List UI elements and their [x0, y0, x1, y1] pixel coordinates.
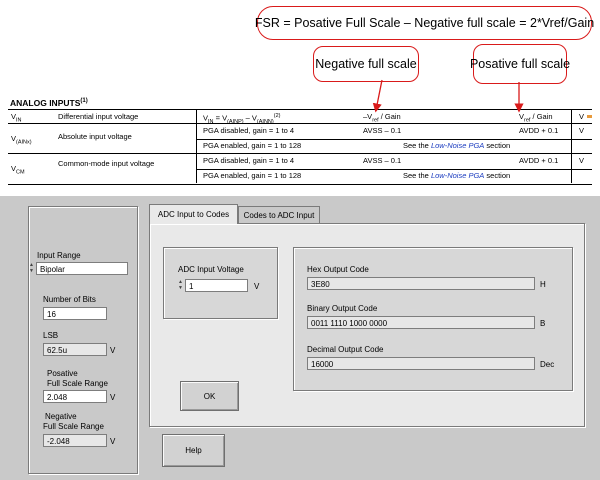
symbol-cell: V(AINx) — [11, 134, 32, 146]
low-noise-pga-link[interactable]: Low-Noise PGA — [431, 141, 484, 150]
decimal-label: Decimal Output Code — [307, 345, 384, 354]
unit-cell: V — [579, 112, 585, 121]
parameter-cell: Differential input voltage — [58, 112, 139, 121]
negative-full-scale-text: Negative full scale — [315, 57, 417, 71]
min-cell: AVSS – 0.1 — [363, 156, 402, 165]
fsr-formula-callout: FSR = Posative Full Scale – Negative ful… — [254, 6, 595, 40]
max-cell: AVDD + 0.1 — [519, 126, 559, 135]
binary-unit: B — [540, 319, 546, 328]
table-row: VCM Common-mode input voltage PGA disabl… — [8, 153, 592, 185]
max-cell: AVDD + 0.1 — [519, 156, 559, 165]
bits-label: Number of Bits — [43, 295, 96, 304]
pos-fsr-label-2: Full Scale Range — [47, 379, 108, 388]
adc-input-frame: ADC Input Voltage ▲ ▼ 1 V — [163, 247, 278, 319]
neg-fsr-unit: V — [110, 437, 116, 446]
tab-codes-to-adc-input[interactable]: Codes to ADC Input — [238, 206, 320, 223]
decimal-output-field: 16000 — [307, 357, 535, 370]
see-section-cell: See the Low-Noise PGA section — [403, 171, 511, 180]
input-range-select[interactable]: Bipolar — [36, 262, 128, 275]
bits-field[interactable]: 16 — [43, 307, 107, 320]
parameter-cell: Absolute input voltage — [58, 132, 132, 141]
input-range-label: Input Range — [37, 251, 81, 260]
binary-label: Binary Output Code — [307, 304, 378, 313]
condition-cell: PGA disabled, gain = 1 to 4 — [203, 156, 295, 165]
positive-full-scale-text: Posative full scale — [469, 57, 571, 71]
fsr-formula-text: FSR = Posative Full Scale – Negative ful… — [254, 16, 595, 30]
table-row: V(AINx) Absolute input voltage PGA disab… — [8, 123, 592, 154]
hex-label: Hex Output Code — [307, 265, 369, 274]
range-spin-icon[interactable]: ▲ ▼ — [28, 262, 35, 275]
negative-full-scale-callout: Negative full scale — [313, 46, 419, 82]
min-cell: AVSS – 0.1 — [363, 126, 402, 135]
pos-fsr-field[interactable]: 2.048 — [43, 390, 107, 403]
output-frame: Hex Output Code 3E80 H Binary Output Cod… — [293, 247, 573, 391]
section-title: ANALOG INPUTS(1) — [10, 98, 88, 108]
adc-input-voltage-field[interactable]: 1 — [185, 279, 248, 292]
adc-input-unit: V — [254, 282, 260, 291]
table-divider — [571, 109, 572, 183]
see-section-cell: See the Low-Noise PGA section — [403, 141, 511, 150]
neg-fsr-label: Negative — [45, 412, 77, 421]
negative-arrow — [372, 79, 383, 113]
positive-full-scale-callout: Posative full scale — [469, 44, 571, 84]
table-row: VIN Differential input voltage VIN = V(A… — [8, 109, 592, 125]
help-button[interactable]: Help — [162, 434, 225, 467]
condition-cell: PGA enabled, gain = 1 to 128 — [203, 141, 302, 150]
tab-adc-input-to-codes[interactable]: ADC Input to Codes — [149, 204, 238, 224]
pos-fsr-label: Posative — [47, 369, 78, 378]
adc-input-spin-icon[interactable]: ▲ ▼ — [177, 279, 184, 292]
hex-output-field: 3E80 — [307, 277, 535, 290]
ok-button[interactable]: OK — [180, 381, 239, 411]
lsb-unit: V — [110, 346, 116, 355]
neg-fsr-field: -2.048 — [43, 434, 107, 447]
adc-input-label: ADC Input Voltage — [178, 265, 244, 274]
decimal-unit: Dec — [540, 360, 555, 369]
unit-cell: V — [579, 156, 585, 165]
section-title-note: (1) — [80, 98, 88, 105]
condition-cell: PGA disabled, gain = 1 to 4 — [203, 126, 295, 135]
row-marker — [587, 115, 592, 118]
hex-unit: H — [540, 280, 546, 289]
section-title-text: ANALOG INPUTS — [10, 98, 81, 108]
symbol-cell: VCM — [11, 164, 25, 176]
lsb-label: LSB — [43, 331, 59, 340]
pos-fsr-unit: V — [110, 393, 116, 402]
condition-cell: PGA enabled, gain = 1 to 128 — [203, 171, 302, 180]
unit-cell: V — [579, 126, 585, 135]
neg-fsr-label-2: Full Scale Range — [43, 422, 104, 431]
tab-content: ADC Input Voltage ▲ ▼ 1 V Hex Output Code… — [149, 223, 585, 427]
low-noise-pga-link[interactable]: Low-Noise PGA — [431, 171, 484, 180]
binary-output-field: 0011 1110 1000 0000 — [307, 316, 535, 329]
lsb-field: 62.5u — [43, 343, 107, 356]
table-divider — [196, 109, 197, 183]
parameter-cell: Common-mode input voltage — [58, 159, 155, 168]
settings-frame: Input Range ▲ ▼ Bipolar Number of Bits 16… — [28, 206, 138, 474]
